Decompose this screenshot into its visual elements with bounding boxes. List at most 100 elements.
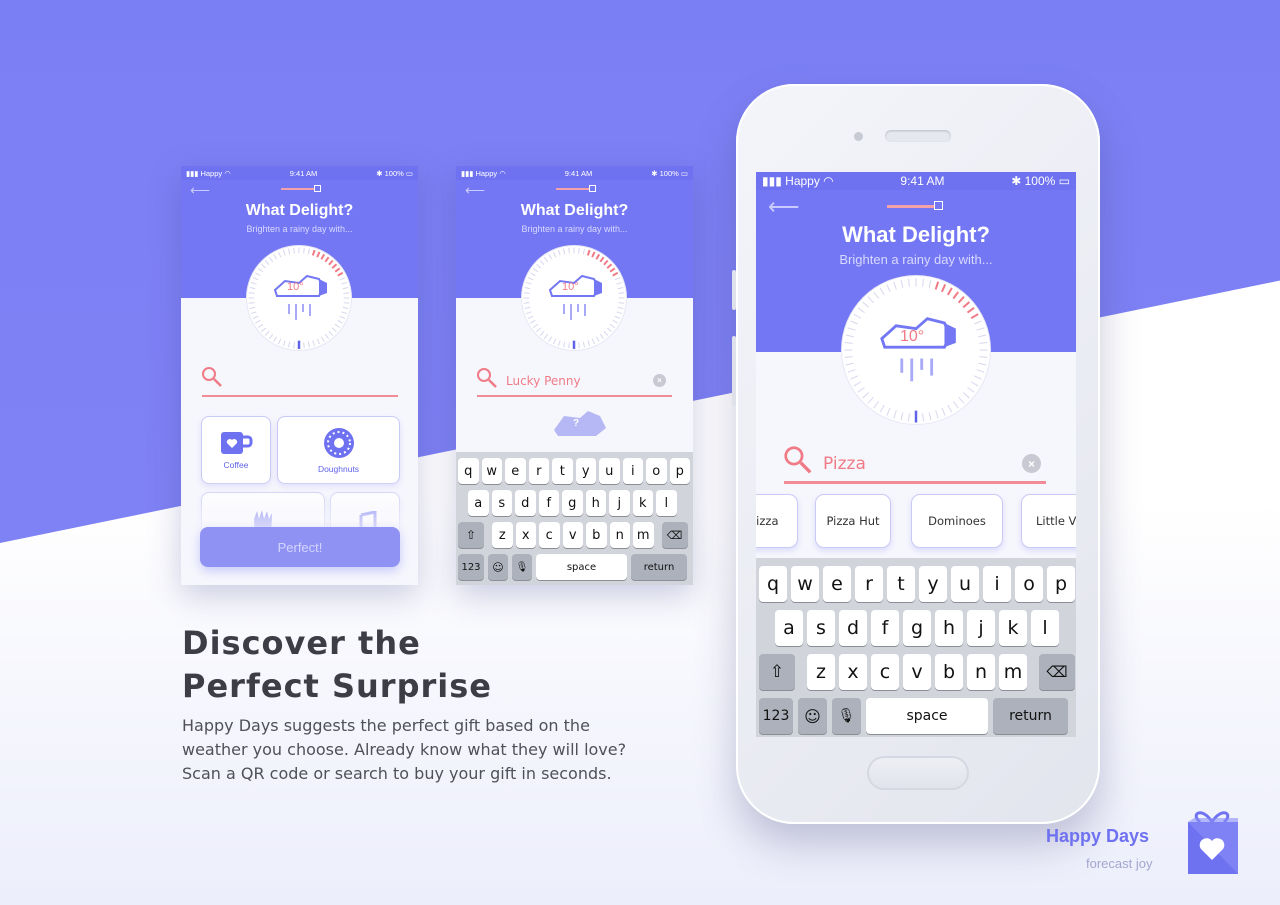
key[interactable]: u: [599, 458, 620, 484]
key[interactable]: f: [871, 610, 899, 646]
mug-icon: [221, 432, 253, 454]
key[interactable]: g: [562, 490, 583, 516]
key[interactable]: q: [458, 458, 479, 484]
backspace-key-icon[interactable]: ⌫: [661, 522, 688, 548]
key[interactable]: m: [633, 522, 654, 548]
suggestion-chip[interactable]: Pizza: [756, 494, 798, 548]
perfect-button[interactable]: Perfect!: [200, 527, 400, 567]
emoji-key-icon[interactable]: ☺: [488, 554, 508, 580]
shift-key-icon[interactable]: ⇧: [759, 654, 795, 690]
key[interactable]: w: [481, 458, 502, 484]
key[interactable]: p: [1047, 566, 1075, 602]
key[interactable]: g: [903, 610, 931, 646]
suggestion-chip[interactable]: Little V: [1021, 494, 1076, 548]
search-underline: [477, 395, 672, 397]
key[interactable]: h: [935, 610, 963, 646]
key[interactable]: i: [983, 566, 1011, 602]
page-subtitle: Brighten a rainy day with...: [839, 252, 993, 267]
back-arrow-icon[interactable]: ⟵: [465, 182, 485, 199]
search-icon: [202, 367, 222, 387]
rain-cloud-icon: [273, 274, 327, 320]
key[interactable]: a: [775, 610, 803, 646]
key[interactable]: s: [491, 490, 512, 516]
status-battery: ✱ 100% ▭: [651, 168, 688, 178]
key[interactable]: u: [951, 566, 979, 602]
key[interactable]: w: [791, 566, 819, 602]
key[interactable]: z: [807, 654, 835, 690]
key[interactable]: r: [855, 566, 883, 602]
progress-slider[interactable]: [887, 201, 943, 210]
back-arrow-icon[interactable]: ⟵: [768, 194, 800, 220]
key[interactable]: s: [807, 610, 835, 646]
key[interactable]: l: [1031, 610, 1059, 646]
key[interactable]: c: [539, 522, 560, 548]
clear-icon[interactable]: ×: [1022, 454, 1041, 473]
numbers-key[interactable]: 123: [759, 698, 793, 734]
unknown-result-label: ?: [573, 418, 580, 429]
progress-slider[interactable]: [556, 185, 596, 192]
key[interactable]: p: [669, 458, 690, 484]
key[interactable]: e: [823, 566, 851, 602]
key[interactable]: j: [609, 490, 630, 516]
key[interactable]: a: [468, 490, 489, 516]
key[interactable]: q: [759, 566, 787, 602]
key[interactable]: b: [586, 522, 607, 548]
key[interactable]: o: [1015, 566, 1043, 602]
back-arrow-icon[interactable]: ⟵: [190, 182, 210, 199]
key[interactable]: m: [999, 654, 1027, 690]
search-input[interactable]: Lucky Penny: [506, 374, 581, 388]
key[interactable]: t: [887, 566, 915, 602]
key[interactable]: n: [609, 522, 630, 548]
space-key[interactable]: space: [536, 554, 627, 580]
key[interactable]: o: [646, 458, 667, 484]
home-button[interactable]: [867, 756, 969, 790]
key[interactable]: h: [585, 490, 606, 516]
key[interactable]: v: [903, 654, 931, 690]
key[interactable]: k: [632, 490, 653, 516]
key[interactable]: e: [505, 458, 526, 484]
key[interactable]: d: [515, 490, 536, 516]
key[interactable]: v: [562, 522, 583, 548]
key[interactable]: b: [935, 654, 963, 690]
headline: Discover the Perfect Surprise: [182, 622, 492, 708]
category-doughnuts[interactable]: Doughnuts: [277, 416, 400, 484]
volume-button: [732, 270, 736, 310]
key[interactable]: k: [999, 610, 1027, 646]
suggestion-chip[interactable]: Pizza Hut: [815, 494, 891, 548]
key[interactable]: j: [967, 610, 995, 646]
key[interactable]: y: [575, 458, 596, 484]
key[interactable]: t: [552, 458, 573, 484]
search-input[interactable]: Pizza: [823, 454, 866, 474]
emoji-key-icon[interactable]: ☺: [798, 698, 827, 734]
key[interactable]: x: [839, 654, 867, 690]
key[interactable]: x: [515, 522, 536, 548]
key[interactable]: z: [492, 522, 513, 548]
shift-key-icon[interactable]: ⇧: [458, 522, 484, 548]
clear-icon[interactable]: ×: [653, 374, 666, 387]
key[interactable]: l: [656, 490, 677, 516]
return-key[interactable]: return: [631, 554, 687, 580]
microphone-key-icon[interactable]: 🎙: [832, 698, 861, 734]
status-time: 9:41 AM: [900, 174, 945, 188]
key[interactable]: d: [839, 610, 867, 646]
status-time: 9:41 AM: [289, 168, 318, 178]
progress-slider[interactable]: [281, 185, 321, 192]
search-input[interactable]: [202, 395, 398, 397]
key[interactable]: i: [622, 458, 643, 484]
key[interactable]: f: [538, 490, 559, 516]
numbers-key[interactable]: 123: [458, 554, 484, 580]
suggestion-chip[interactable]: Dominoes: [911, 494, 1003, 548]
key[interactable]: r: [528, 458, 549, 484]
return-key[interactable]: return: [993, 698, 1068, 734]
key[interactable]: y: [919, 566, 947, 602]
keyboard: q w e r t y u i o p a s d f g h j k l ⇧ …: [456, 452, 693, 585]
weather-dial[interactable]: 10°: [247, 246, 351, 350]
category-coffee[interactable]: Coffee: [201, 416, 271, 484]
space-key[interactable]: space: [866, 698, 988, 734]
weather-dial[interactable]: 10°: [522, 246, 626, 350]
weather-dial[interactable]: 10°: [842, 276, 990, 424]
backspace-key-icon[interactable]: ⌫: [1039, 654, 1075, 690]
key[interactable]: n: [967, 654, 995, 690]
microphone-key-icon[interactable]: 🎙: [512, 554, 532, 580]
key[interactable]: c: [871, 654, 899, 690]
